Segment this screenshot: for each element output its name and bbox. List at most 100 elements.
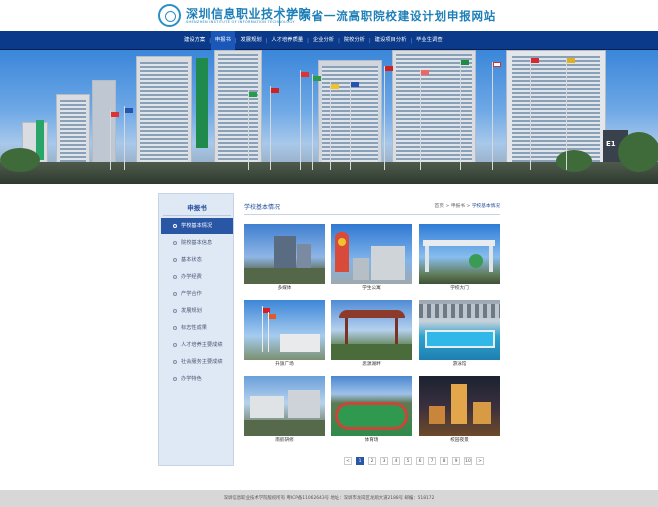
gallery-card[interactable]: 升旗广场 (244, 300, 325, 368)
nav-item-talent-quality[interactable]: 人才培养质量 (267, 31, 307, 50)
bullet-icon (173, 275, 177, 279)
flag-pole (530, 58, 531, 170)
flag-pole (300, 70, 301, 170)
breadcrumb-current: 学校基本情况 (471, 204, 500, 209)
gallery-photo[interactable] (244, 376, 325, 436)
pager-page-2[interactable]: 2 (368, 457, 376, 465)
gallery-photo[interactable] (244, 224, 325, 284)
gallery-photo[interactable] (419, 224, 500, 284)
bullet-icon (173, 258, 177, 262)
pager-page-5[interactable]: 5 (404, 457, 412, 465)
banner-window-grid (140, 62, 188, 172)
sidebar-item-funding[interactable]: 办学经费 (161, 269, 233, 285)
sidebar-item-talent-results[interactable]: 人才培养主要成绩 (161, 337, 233, 353)
pager-page-3[interactable]: 3 (380, 457, 388, 465)
gallery-photo[interactable] (244, 300, 325, 360)
flag (531, 58, 539, 63)
flag (331, 84, 339, 89)
banner-tree (0, 148, 40, 172)
gallery-photo[interactable] (331, 300, 412, 360)
pager-next-button[interactable]: > (476, 457, 484, 465)
nav-item-college-analysis[interactable]: 院校分析 (340, 31, 369, 50)
school-logo-icon[interactable] (158, 4, 181, 27)
gallery-photo[interactable] (331, 224, 412, 284)
breadcrumb-section-link[interactable]: 申报书 (451, 204, 465, 209)
sidebar-item-features[interactable]: 办学特色 (161, 371, 233, 387)
sidebar-item-achievements[interactable]: 标志性成果 (161, 320, 233, 336)
flag (351, 82, 359, 87)
gallery-caption: 体育场 (364, 438, 379, 443)
bullet-icon (173, 360, 177, 364)
flag-pole (110, 110, 111, 170)
flag (385, 66, 393, 71)
gallery-photo[interactable] (331, 376, 412, 436)
sidebar-item-label: 产学合作 (181, 291, 202, 297)
gallery-card[interactable]: 体育场 (331, 376, 412, 444)
pager-page-9[interactable]: 9 (452, 457, 460, 465)
sidebar-item-label: 社会服务主要成绩 (181, 359, 223, 365)
sidebar-item-status[interactable]: 基本状态 (161, 252, 233, 268)
flag-pole (248, 90, 249, 170)
pagination: < 1 2 3 4 5 6 7 8 9 10 > (0, 456, 658, 466)
bullet-icon (173, 377, 177, 381)
flag-pole (124, 106, 125, 170)
nav-item-application[interactable]: 申报书 (210, 31, 235, 50)
sidebar-item-cooperation[interactable]: 产学合作 (161, 286, 233, 302)
pager-page-4[interactable]: 4 (392, 457, 400, 465)
gallery-caption: 校园夜景 (450, 438, 469, 443)
pager-page-7[interactable]: 7 (428, 457, 436, 465)
flag (301, 72, 309, 77)
sidebar-item-school-overview[interactable]: 学校基本情况 (161, 218, 233, 234)
site-footer: 深圳信息职业技术学院版权所有 粤ICP备11062643号 地址：深圳市龙岗区龙… (0, 490, 658, 507)
gallery-card[interactable]: 多媒体 (244, 224, 325, 292)
pager-prev-button[interactable]: < (344, 457, 352, 465)
breadcrumb: 首页 > 申报书 > 学校基本情况 (435, 203, 500, 209)
sidebar-item-planning[interactable]: 发展规划 (161, 303, 233, 319)
campus-banner-image: E1 (0, 50, 658, 184)
banner-building (92, 80, 116, 170)
nav-item-development[interactable]: 发展规划 (236, 31, 265, 50)
pager-page-6[interactable]: 6 (416, 457, 424, 465)
banner-window-grid (218, 54, 258, 174)
pager-page-10[interactable]: 10 (464, 457, 472, 465)
bullet-icon (173, 343, 177, 347)
nav-item-graduate-survey[interactable]: 毕业生调查 (412, 31, 447, 50)
flag (271, 88, 279, 93)
gallery-photo[interactable] (419, 300, 500, 360)
sidebar-item-label: 基本状态 (181, 257, 202, 263)
nav-item-projects[interactable]: 建设项目分析 (371, 31, 411, 50)
flag-pole (350, 80, 351, 170)
gallery-card[interactable]: 学生公寓 (331, 224, 412, 292)
flag (493, 62, 501, 67)
gallery-card[interactable]: 游泳馆 (419, 300, 500, 368)
sidebar-title: 申报书 (187, 204, 207, 212)
pager-page-8[interactable]: 8 (440, 457, 448, 465)
gallery-card[interactable]: 校园夜景 (419, 376, 500, 444)
gallery-caption: 学校大门 (450, 286, 469, 291)
sidebar-item-service-results[interactable]: 社会服务主要成绩 (161, 354, 233, 370)
content-title: 学校基本情况 (244, 204, 281, 211)
sidebar: 申报书 学校基本情况 院校基本信息 基本状态 办学经费 产学合作 发展规划 标志… (158, 193, 234, 466)
bullet-icon (173, 309, 177, 313)
flag (125, 108, 133, 113)
gallery-card[interactable]: 南航研修 (244, 376, 325, 444)
sidebar-item-label: 标志性成果 (181, 325, 207, 331)
bullet-icon (173, 241, 177, 245)
gallery-card[interactable]: 学校大门 (419, 224, 500, 292)
nav-item-enterprise[interactable]: 企业分析 (309, 31, 338, 50)
gallery-card[interactable]: 思源湖畔 (331, 300, 412, 368)
gallery-caption: 游泳馆 (452, 362, 467, 367)
gallery-photo[interactable] (419, 376, 500, 436)
flag-pole (492, 62, 493, 170)
sidebar-item-label: 办学特色 (181, 376, 202, 382)
sidebar-item-label: 学校基本情况 (181, 223, 213, 229)
flag-pole (384, 66, 385, 170)
banner-tree (618, 132, 658, 172)
pager-page-1[interactable]: 1 (356, 457, 364, 465)
flag (111, 112, 119, 117)
sidebar-divider (163, 215, 231, 216)
sidebar-item-basic-info[interactable]: 院校基本信息 (161, 235, 233, 251)
breadcrumb-home-link[interactable]: 首页 (435, 204, 444, 209)
sidebar-item-label: 院校基本信息 (181, 240, 213, 246)
nav-item-plan[interactable]: 建设方案 (180, 31, 209, 50)
